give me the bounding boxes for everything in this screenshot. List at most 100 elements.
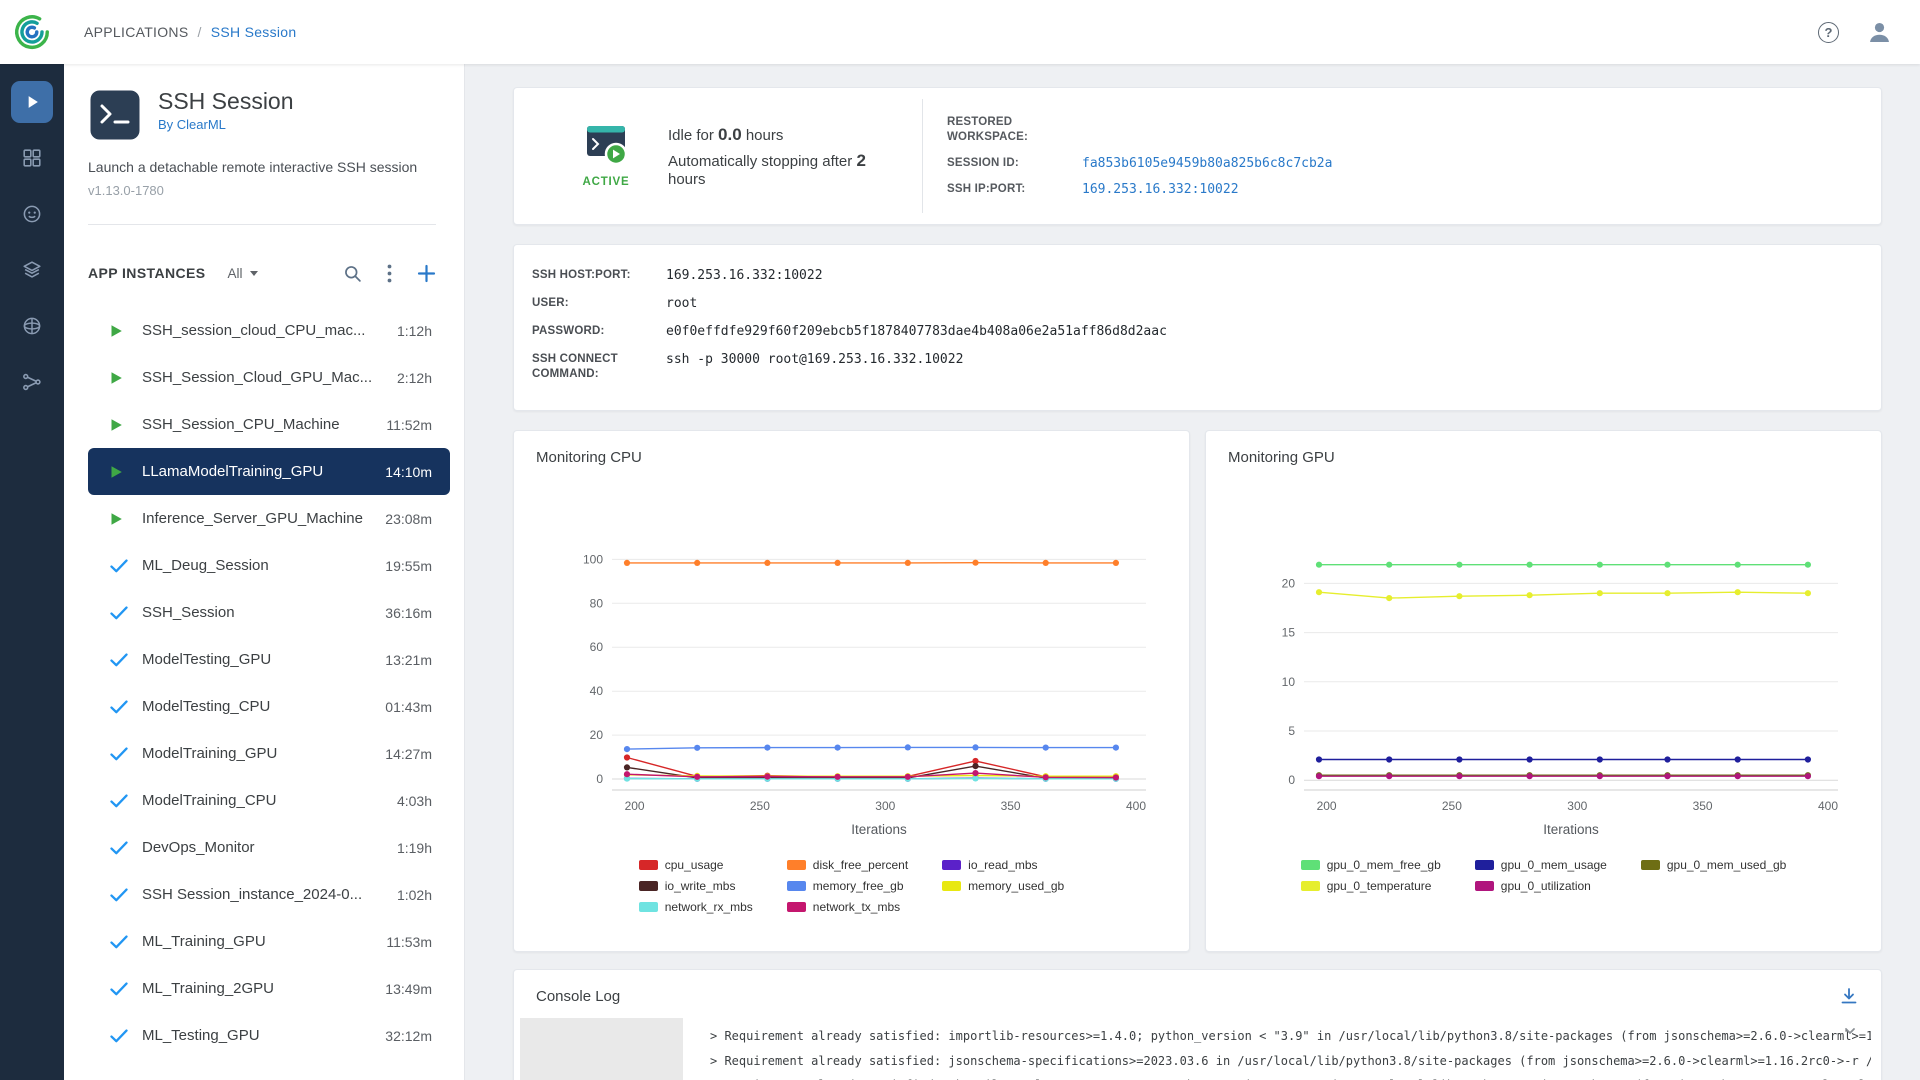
kebab-menu-icon[interactable] [387,264,392,283]
instance-name: ML_Testing_GPU [142,1027,375,1044]
help-icon[interactable]: ? [1818,22,1839,43]
legend-item[interactable]: memory_free_gb [787,879,908,893]
scroll-down-icon[interactable] [1843,1024,1857,1043]
legend-item[interactable]: gpu_0_mem_free_gb [1301,858,1441,872]
svg-text:0: 0 [596,772,603,786]
legend-item[interactable]: network_rx_mbs [639,900,753,914]
legend-item[interactable]: memory_used_gb [942,879,1064,893]
instance-row[interactable]: ML_Training_2GPU13:49m [88,965,450,1012]
autostop-line: Automatically stopping after 2 hours [668,151,902,188]
ssh-app-icon [88,88,142,147]
download-icon[interactable] [1839,986,1859,1006]
chevron-down-icon [250,271,258,276]
legend-item[interactable]: gpu_0_mem_usage [1475,858,1607,872]
instance-row[interactable]: SSH_session_cloud_CPU_mac...1:12h [88,307,450,354]
instance-row[interactable]: LLamaModelTraining_GPU14:10m [88,448,450,495]
page-title: SSH Session [158,88,294,114]
gpu-chart-title: Monitoring GPU [1228,449,1881,466]
autostop-prefix: Automatically stopping after [668,153,852,170]
instance-duration: 19:55m [385,558,432,574]
instance-duration: 32:12m [385,1028,432,1044]
console-lines[interactable]: > Requirement already satisfied: importl… [710,1018,1871,1080]
instance-row[interactable]: ML_Testing_GPU 32:12m [88,1012,450,1059]
completed-check-icon [110,653,142,667]
instance-duration: 13:49m [385,981,432,997]
breadcrumb: APPLICATIONS/SSH Session [84,24,296,40]
instance-duration: 23:08m [385,511,432,527]
status-field-label: SSH IP:PORT: [947,182,1082,197]
status-field-value[interactable]: fa853b6105e9459b80a825b6c8c7cb2a [1082,156,1332,171]
projects-icon [21,147,43,169]
charts-row: Monitoring CPU 0204060801002002503003504… [513,430,1882,952]
help-glyph: ? [1825,25,1833,40]
legend-item[interactable]: gpu_0_utilization [1475,879,1607,893]
legend-item[interactable]: io_read_mbs [942,858,1064,872]
detail-value: e0f0effdfe929f60f209ebcb5f1878407783dae4… [666,324,1861,339]
instance-name: ModelTesting_GPU [142,651,375,668]
completed-check-icon [110,841,142,855]
by-clearml-link[interactable]: By ClearML [158,117,226,132]
svg-text:350: 350 [1000,799,1020,813]
completed-check-icon [110,747,142,761]
detail-value: 169.253.16.332:10022 [666,268,1861,283]
instance-duration: 1:02h [397,887,432,903]
status-field-value[interactable]: 169.253.16.332:10022 [1082,182,1332,197]
app-shell: SSH Session By ClearML Launch a detachab… [0,64,1920,1080]
main-content: ACTIVE Idle for 0.0 hours Automatically … [465,64,1920,1080]
instance-row[interactable]: ModelTesting_CPU01:43m [88,683,450,730]
legend-item[interactable]: cpu_usage [639,858,753,872]
legend-item[interactable]: disk_free_percent [787,858,908,872]
legend-label: gpu_0_mem_used_gb [1667,858,1786,872]
detail-value: ssh -p 30000 root@169.253.16.332.10022 [666,352,1861,367]
legend-swatch [639,881,658,891]
legend-swatch [1301,860,1320,870]
svg-text:Iterations: Iterations [851,822,907,837]
search-icon[interactable] [343,264,362,283]
cpu-chart-card: Monitoring CPU 0204060801002002503003504… [513,430,1190,952]
svg-text:300: 300 [1567,799,1587,813]
rail-item-datasets[interactable] [0,242,64,298]
instance-name: ModelTesting_CPU [142,698,375,715]
breadcrumb-applications[interactable]: APPLICATIONS [84,24,188,40]
instance-row[interactable]: SSH_Session36:16m [88,589,450,636]
user-avatar-icon[interactable] [1866,19,1893,46]
rail-item-pipelines[interactable] [0,354,64,410]
legend-item[interactable]: gpu_0_temperature [1301,879,1441,893]
legend-label: io_read_mbs [968,858,1037,872]
datasets-icon [21,259,43,281]
instance-name: ML_Deug_Session [142,557,375,574]
add-instance-button[interactable] [417,264,436,283]
legend-swatch [942,881,961,891]
app-description: Launch a detachable remote interactive S… [88,159,436,175]
running-play-icon [110,324,142,338]
legend-swatch [1641,860,1660,870]
topbar-actions: ? [1818,19,1893,46]
instance-name: LLamaModelTraining_GPU [142,463,375,480]
console-line: > Requirement already satisfied: importl… [710,1024,1871,1049]
instance-row[interactable]: Inference_Server_GPU_Machine23:08m [88,495,450,542]
legend-item[interactable]: io_write_mbs [639,879,753,893]
instances-filter-dropdown[interactable]: All [227,266,257,281]
instance-row[interactable]: ModelTraining_CPU4:03h [88,777,450,824]
instance-row[interactable]: ModelTesting_GPU13:21m [88,636,450,683]
svg-text:100: 100 [582,552,602,566]
legend-item[interactable]: network_tx_mbs [787,900,908,914]
rail-item-applications[interactable] [0,74,64,130]
detail-row: USER:root [532,296,1861,311]
rail-item-projects[interactable] [0,130,64,186]
instance-row[interactable]: SSH Session_instance_2024-0...1:02h [88,871,450,918]
instance-row[interactable]: DevOps_Monitor1:19h [88,824,450,871]
instance-row[interactable]: ML_Deug_Session 19:55m [88,542,450,589]
detail-label: USER: [532,296,662,311]
clearml-logo-icon[interactable] [10,10,54,54]
rail-item-hyper-datasets[interactable] [0,298,64,354]
instance-row[interactable]: ML_Training_GPU11:53m [88,918,450,965]
rail-item-workers[interactable] [0,186,64,242]
instance-row[interactable]: SSH_Session_Cloud_GPU_Mac...2:12h [88,354,450,401]
console-line: > Requirement already satisfied: jsonsch… [710,1049,1871,1074]
legend-label: disk_free_percent [813,858,908,872]
gpu-chart: 05101520200250300350400Iterations [1234,530,1854,842]
instance-row[interactable]: ModelTraining_GPU14:27m [88,730,450,777]
legend-item[interactable]: gpu_0_mem_used_gb [1641,858,1786,872]
instance-row[interactable]: SSH_Session_CPU_Machine11:52m [88,401,450,448]
